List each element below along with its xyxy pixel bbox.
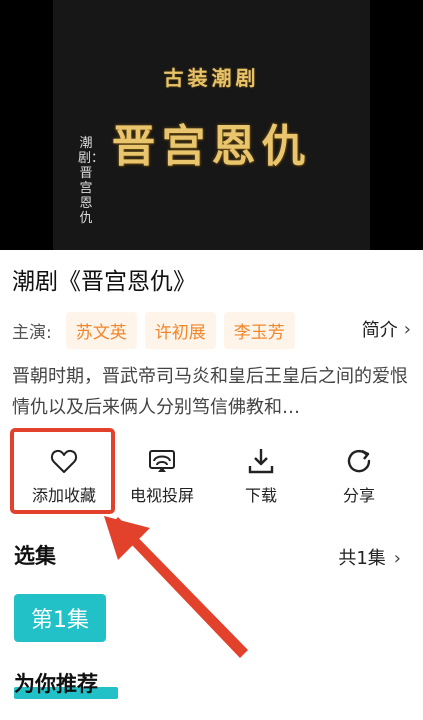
intro-link[interactable]: 简介 › <box>357 316 411 342</box>
recommend-section-title: 为你推荐 <box>14 668 134 700</box>
tv-cast-icon <box>149 450 175 472</box>
recommend-title: 为你推荐 <box>14 672 98 696</box>
video-caption: 潮剧：晋宫恩仇 <box>78 136 105 226</box>
download-button[interactable]: 下载 <box>211 444 311 508</box>
actor-tag[interactable]: 许初展 <box>144 311 216 349</box>
video-player[interactable]: 古装潮剧 晋宫恩仇 潮剧：晋宫恩仇 <box>0 0 423 250</box>
share-button[interactable]: 分享 <box>309 444 409 508</box>
episode-count-link[interactable]: 共1集 › <box>338 544 401 570</box>
synopsis-text[interactable]: 晋朝时期，晋武帝司马炎和皇后王皇后之间的爱恨情仇以及后来俩人分别笃信佛教和… <box>12 361 414 423</box>
share-icon <box>347 449 371 473</box>
video-frame[interactable]: 古装潮剧 晋宫恩仇 潮剧：晋宫恩仇 <box>53 0 370 250</box>
drama-title: 潮剧《晋宫恩仇》 <box>12 269 196 295</box>
video-subtitle: 古装潮剧 <box>163 66 260 90</box>
tv-cast-button[interactable]: 电视投屏 <box>112 444 212 508</box>
episodes-title: 选集 <box>14 544 56 568</box>
intro-label: 简介 <box>361 320 398 341</box>
cast-label: 主演: <box>12 322 52 343</box>
episode-count-label: 共1集 <box>338 548 386 569</box>
highlight-box <box>10 428 115 514</box>
download-label: 下载 <box>244 486 277 505</box>
chevron-right-icon: › <box>393 548 401 569</box>
chevron-right-icon: › <box>403 318 411 340</box>
cast-row: 主演: 苏文英 许初展 李玉芳 <box>12 311 303 349</box>
share-label: 分享 <box>342 486 375 505</box>
arrow-shaft <box>112 517 248 658</box>
arrow-head <box>104 516 150 560</box>
tv-cast-label: 电视投屏 <box>129 486 194 505</box>
actor-tag[interactable]: 李玉芳 <box>223 311 295 349</box>
actor-tag[interactable]: 苏文英 <box>65 311 137 349</box>
episode-button[interactable]: 第1集 <box>14 594 106 642</box>
download-icon <box>248 449 274 474</box>
